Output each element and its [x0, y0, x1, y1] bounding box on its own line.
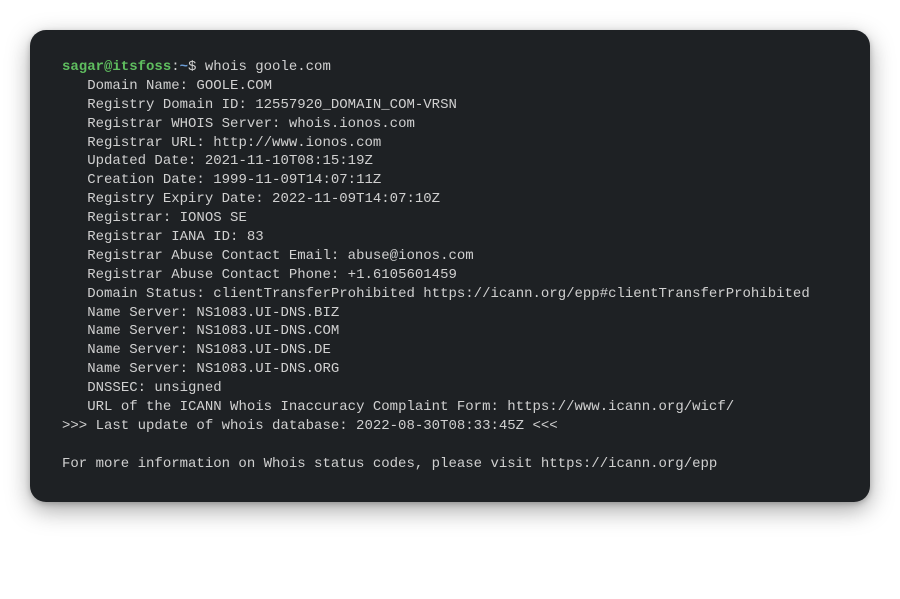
prompt-separator: :: [171, 59, 179, 75]
output-domain-name: Domain Name: GOOLE.COM: [62, 77, 838, 96]
output-updated-date: Updated Date: 2021-11-10T08:15:19Z: [62, 152, 838, 171]
output-footer: For more information on Whois status cod…: [62, 455, 838, 474]
output-ns1: Name Server: NS1083.UI-DNS.BIZ: [62, 304, 838, 323]
output-blank: [62, 436, 838, 455]
output-registry-id: Registry Domain ID: 12557920_DOMAIN_COM-…: [62, 96, 838, 115]
output-expiry-date: Registry Expiry Date: 2022-11-09T14:07:1…: [62, 190, 838, 209]
output-ns4: Name Server: NS1083.UI-DNS.ORG: [62, 360, 838, 379]
prompt-line: sagar@itsfoss:~$ whois goole.com: [62, 59, 331, 75]
output-whois-server: Registrar WHOIS Server: whois.ionos.com: [62, 115, 838, 134]
prompt-symbol: $: [188, 59, 196, 75]
output-abuse-phone: Registrar Abuse Contact Phone: +1.610560…: [62, 266, 838, 285]
output-domain-status: Domain Status: clientTransferProhibited …: [62, 285, 838, 304]
command-text: whois goole.com: [205, 59, 331, 75]
terminal-window[interactable]: sagar@itsfoss:~$ whois goole.com Domain …: [30, 30, 870, 502]
output-dnssec: DNSSEC: unsigned: [62, 379, 838, 398]
output-iana-id: Registrar IANA ID: 83: [62, 228, 838, 247]
prompt-user: sagar@itsfoss: [62, 59, 171, 75]
output-creation-date: Creation Date: 1999-11-09T14:07:11Z: [62, 171, 838, 190]
prompt-path: ~: [180, 59, 188, 75]
output-registrar: Registrar: IONOS SE: [62, 209, 838, 228]
output-abuse-email: Registrar Abuse Contact Email: abuse@ion…: [62, 247, 838, 266]
output-icann-form: URL of the ICANN Whois Inaccuracy Compla…: [62, 398, 838, 417]
output-last-update: >>> Last update of whois database: 2022-…: [62, 417, 838, 436]
output-ns2: Name Server: NS1083.UI-DNS.COM: [62, 322, 838, 341]
output-registrar-url: Registrar URL: http://www.ionos.com: [62, 134, 838, 153]
output-ns3: Name Server: NS1083.UI-DNS.DE: [62, 341, 838, 360]
